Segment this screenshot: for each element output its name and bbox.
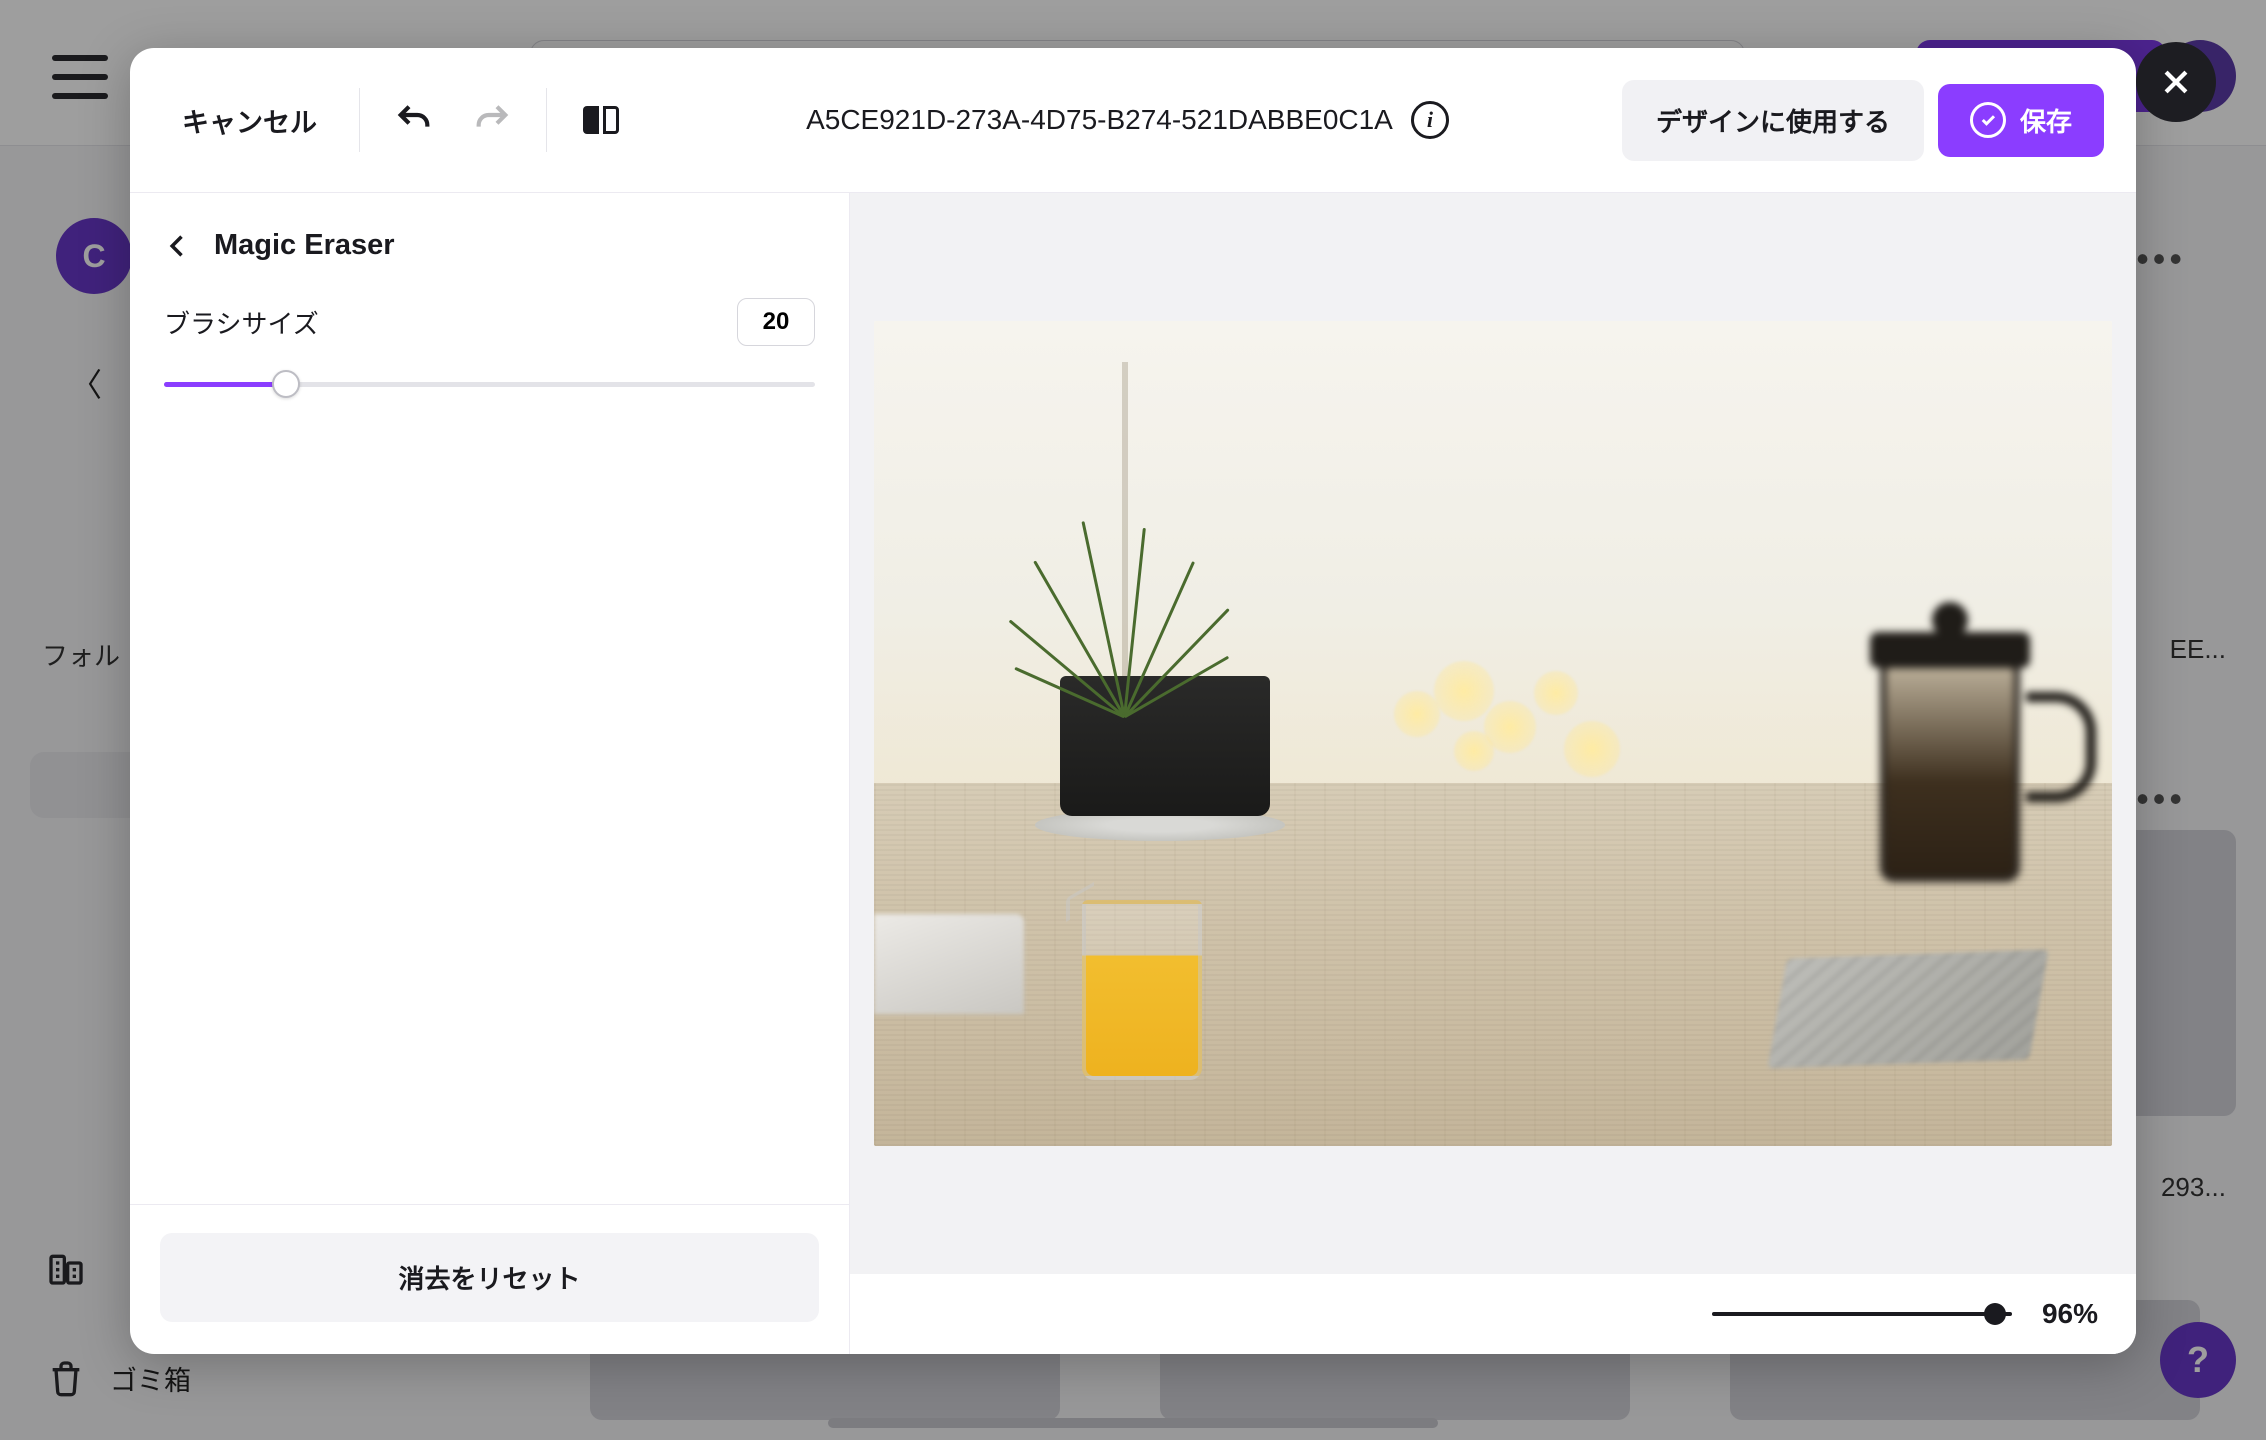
close-icon (2159, 65, 2193, 99)
document-title[interactable]: A5CE921D-273A-4D75-B274-521DABBE0C1A (806, 104, 1393, 136)
redo-button[interactable] (460, 88, 524, 152)
panel-content: ブラシサイズ 20 (130, 288, 849, 1204)
compare-icon (581, 100, 621, 140)
cancel-button[interactable]: キャンセル (162, 101, 337, 140)
panel-footer: 消去をリセット (130, 1204, 849, 1354)
check-circle-icon (1970, 102, 2006, 138)
slider-thumb[interactable] (272, 370, 300, 398)
zoom-bar: 96% (850, 1274, 2136, 1354)
scene-illustration (874, 321, 2112, 1146)
divider (359, 88, 360, 152)
brush-size-row: ブラシサイズ 20 (164, 298, 815, 346)
canvas-stage[interactable] (850, 193, 2136, 1274)
modal-body: Magic Eraser ブラシサイズ 20 消去をリセット (130, 193, 2136, 1354)
close-button[interactable] (2136, 42, 2216, 122)
divider (546, 88, 547, 152)
panel-title: Magic Eraser (214, 229, 395, 262)
zoom-level[interactable]: 96% (2042, 1298, 2098, 1330)
brush-size-slider[interactable] (164, 364, 815, 404)
tool-panel: Magic Eraser ブラシサイズ 20 消去をリセット (130, 193, 850, 1354)
brush-size-label: ブラシサイズ (164, 304, 319, 341)
redo-icon (472, 100, 512, 140)
use-in-design-button[interactable]: デザインに使用する (1622, 80, 1924, 161)
info-icon[interactable]: i (1411, 101, 1449, 139)
undo-icon (394, 100, 434, 140)
undo-button[interactable] (382, 88, 446, 152)
save-button[interactable]: 保存 (1938, 84, 2104, 157)
modal-toolbar: キャンセル A5CE921D-273A-4D75-B274-521DABBE0C… (130, 48, 2136, 193)
image-preview[interactable] (874, 321, 2112, 1146)
save-button-label: 保存 (2020, 102, 2072, 139)
zoom-slider[interactable] (1712, 1312, 2012, 1316)
image-editor-modal: キャンセル A5CE921D-273A-4D75-B274-521DABBE0C… (130, 48, 2136, 1354)
back-button[interactable] (164, 232, 192, 260)
canvas-area: 96% (850, 193, 2136, 1354)
slider-fill (164, 382, 284, 387)
zoom-slider-thumb[interactable] (1984, 1303, 2006, 1325)
panel-header: Magic Eraser (130, 193, 849, 288)
reset-erase-button[interactable]: 消去をリセット (160, 1233, 819, 1322)
chevron-left-icon (164, 232, 192, 260)
modal-title-wrap: A5CE921D-273A-4D75-B274-521DABBE0C1A i (647, 101, 1608, 139)
compare-button[interactable] (569, 88, 633, 152)
brush-size-value[interactable]: 20 (737, 298, 815, 346)
